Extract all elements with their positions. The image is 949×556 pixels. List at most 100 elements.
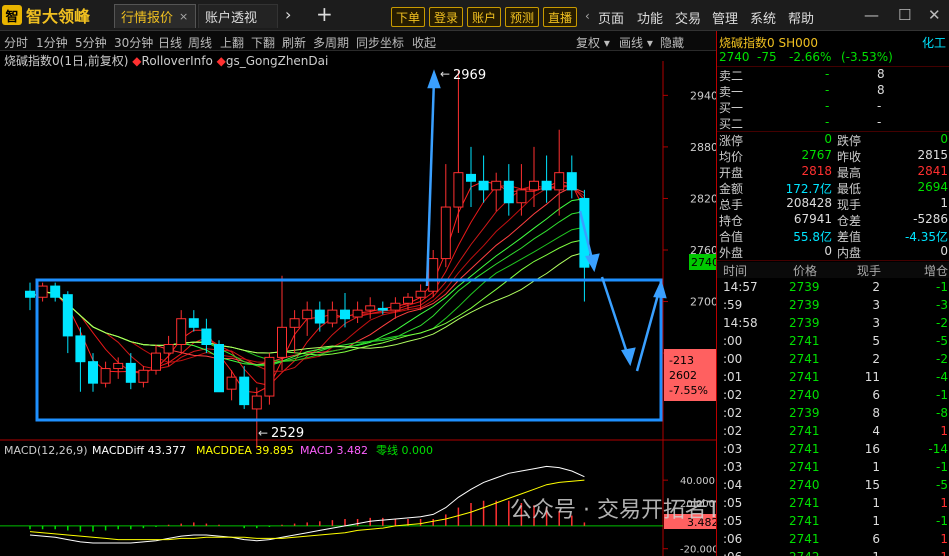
tab-quotes[interactable]: 行情报价 × — [114, 4, 196, 28]
tick-row: :03 2741 16 -14 — [717, 442, 949, 460]
candle-body — [277, 326, 287, 358]
ma-line — [29, 198, 585, 366]
book-label: 买一 — [719, 101, 744, 115]
tick-row: :06 2741 6 1 — [717, 532, 949, 550]
book-label: 买二 — [719, 117, 744, 131]
stat-label: 最高 — [837, 166, 862, 180]
tick-volume: 6 — [872, 532, 880, 546]
toolbar-weekly[interactable]: 周线 — [188, 34, 212, 51]
stat-row: 持仓 67941 仓差 -5286 — [717, 212, 949, 228]
close-window-icon[interactable]: ✕ — [928, 6, 941, 24]
toolbar-sync-axis[interactable]: 同步坐标 — [356, 34, 404, 51]
tick-row: :59 2739 3 -3 — [717, 298, 949, 316]
candle-body — [541, 180, 552, 191]
add-tab-icon[interactable]: + — [316, 2, 333, 26]
tick-row: :00 2741 2 -2 — [717, 352, 949, 370]
menu-trade[interactable]: 交易 — [675, 8, 701, 27]
toolbar-daily[interactable]: 日线 — [158, 34, 182, 51]
tick-volume: 5 — [872, 334, 880, 348]
toolbar-collapse[interactable]: 收起 — [412, 34, 436, 51]
tick-time: :59 — [723, 298, 743, 312]
tick-oi-change: -2 — [936, 316, 948, 330]
toolbar-intraday[interactable]: 分时 — [4, 34, 28, 51]
tab-account[interactable]: 账户透视 — [198, 4, 278, 28]
candle-body — [314, 309, 325, 324]
toolbar-hide[interactable]: 隐藏 — [660, 34, 684, 51]
stat-row: 总手 208428 现手 1 — [717, 196, 949, 212]
menu-function[interactable]: 功能 — [637, 8, 663, 27]
ma-ribbon — [29, 180, 585, 394]
toolbar-refresh[interactable]: 刷新 — [282, 34, 306, 51]
quote-summary: 2740 -75 -2.66% (-3.53%) — [717, 50, 949, 66]
tick-oi-change: -1 — [936, 514, 948, 528]
toolbar-30min[interactable]: 30分钟 — [114, 34, 153, 51]
stat-row: 金额 172.7亿 最低 2694 — [717, 180, 949, 196]
toolbar-5min[interactable]: 5分钟 — [75, 34, 107, 51]
macd-dea-line — [29, 479, 585, 541]
maximize-icon[interactable]: ☐ — [898, 6, 911, 24]
live-button[interactable]: 直播 — [543, 7, 578, 27]
stat-label: 仓差 — [837, 214, 862, 228]
menu-help[interactable]: 帮助 — [788, 8, 814, 27]
macd-zero-label: 零线 0.000 — [376, 443, 433, 457]
tick-oi-change: -1 — [936, 460, 948, 474]
close-icon[interactable]: × — [179, 10, 188, 23]
macd-title: MACD(12,26,9) — [4, 444, 88, 457]
quote-header: 烧碱指数0 SH000 化工 — [717, 34, 949, 50]
stat-label: 金额 — [719, 182, 744, 196]
candle-body — [415, 290, 426, 298]
tick-price: 2742 — [789, 550, 820, 556]
tick-row: :04 2740 15 -5 — [717, 478, 949, 496]
book-label: 卖一 — [719, 85, 744, 99]
order-button[interactable]: 下单 — [391, 7, 426, 27]
forecast-button[interactable]: 预测 — [505, 7, 540, 27]
tick-time: :03 — [723, 442, 743, 456]
toolbar-adjust-dropdown[interactable]: 复权 ▾ — [576, 34, 610, 51]
candle-body — [440, 206, 451, 260]
menu-manage[interactable]: 管理 — [712, 8, 738, 27]
toolbar-page-up[interactable]: 上翻 — [220, 34, 244, 51]
toolbar-1min[interactable]: 1分钟 — [36, 34, 68, 51]
toolbar-multi-period[interactable]: 多周期 — [313, 34, 349, 51]
candle-body — [554, 172, 565, 191]
book-price: - — [825, 67, 830, 81]
minimize-icon[interactable]: — — [864, 6, 879, 24]
tick-volume: 6 — [872, 388, 880, 402]
tick-oi-change: -14 — [928, 442, 948, 456]
tick-oi-change: 1 — [940, 550, 948, 556]
ticks-header: 时间 价格 现手 增仓 — [717, 262, 949, 278]
login-button[interactable]: 登录 — [429, 7, 464, 27]
kline-chart[interactable]: 294028802820276027002640 ← 2969 ← 2529 2… — [0, 51, 716, 556]
tick-volume: 4 — [872, 424, 880, 438]
candle-body — [289, 318, 300, 328]
toolbar-draw-dropdown[interactable]: 画线 ▾ — [619, 34, 653, 51]
tick-row: :06 2742 1 1 — [717, 550, 949, 556]
stat-label: 开盘 — [719, 166, 744, 180]
candle-body — [37, 285, 48, 298]
tick-time: :04 — [723, 478, 743, 492]
candle-body — [503, 180, 514, 204]
candle-body — [50, 285, 61, 298]
tick-price: 2741 — [789, 424, 820, 438]
stat-value: 0 — [940, 244, 948, 258]
chevron-left-icon[interactable]: ‹ — [585, 9, 590, 23]
account-button[interactable]: 账户 — [467, 7, 502, 27]
chevron-right-icon[interactable]: › — [285, 5, 291, 24]
candle-body — [428, 258, 439, 292]
candle-body — [176, 318, 187, 345]
stat-label: 总手 — [719, 198, 744, 212]
menu-page[interactable]: 页面 — [598, 8, 624, 27]
change-pct-value: -7.55% — [669, 384, 708, 397]
summary-pct2: (-3.53%) — [841, 50, 893, 64]
stat-value: 67941 — [793, 212, 832, 226]
book-label: 卖二 — [719, 69, 744, 83]
menu-system[interactable]: 系统 — [750, 8, 776, 27]
stat-label: 持仓 — [719, 214, 744, 228]
tick-volume: 1 — [872, 460, 880, 474]
macd-tick-label: 40.000 — [680, 476, 715, 487]
tick-time: :02 — [723, 424, 743, 438]
book-volume: 8 — [877, 67, 885, 81]
tick-price: 2740 — [789, 478, 820, 492]
ref-price-value: 2602 — [669, 369, 697, 382]
toolbar-page-down[interactable]: 下翻 — [251, 34, 275, 51]
